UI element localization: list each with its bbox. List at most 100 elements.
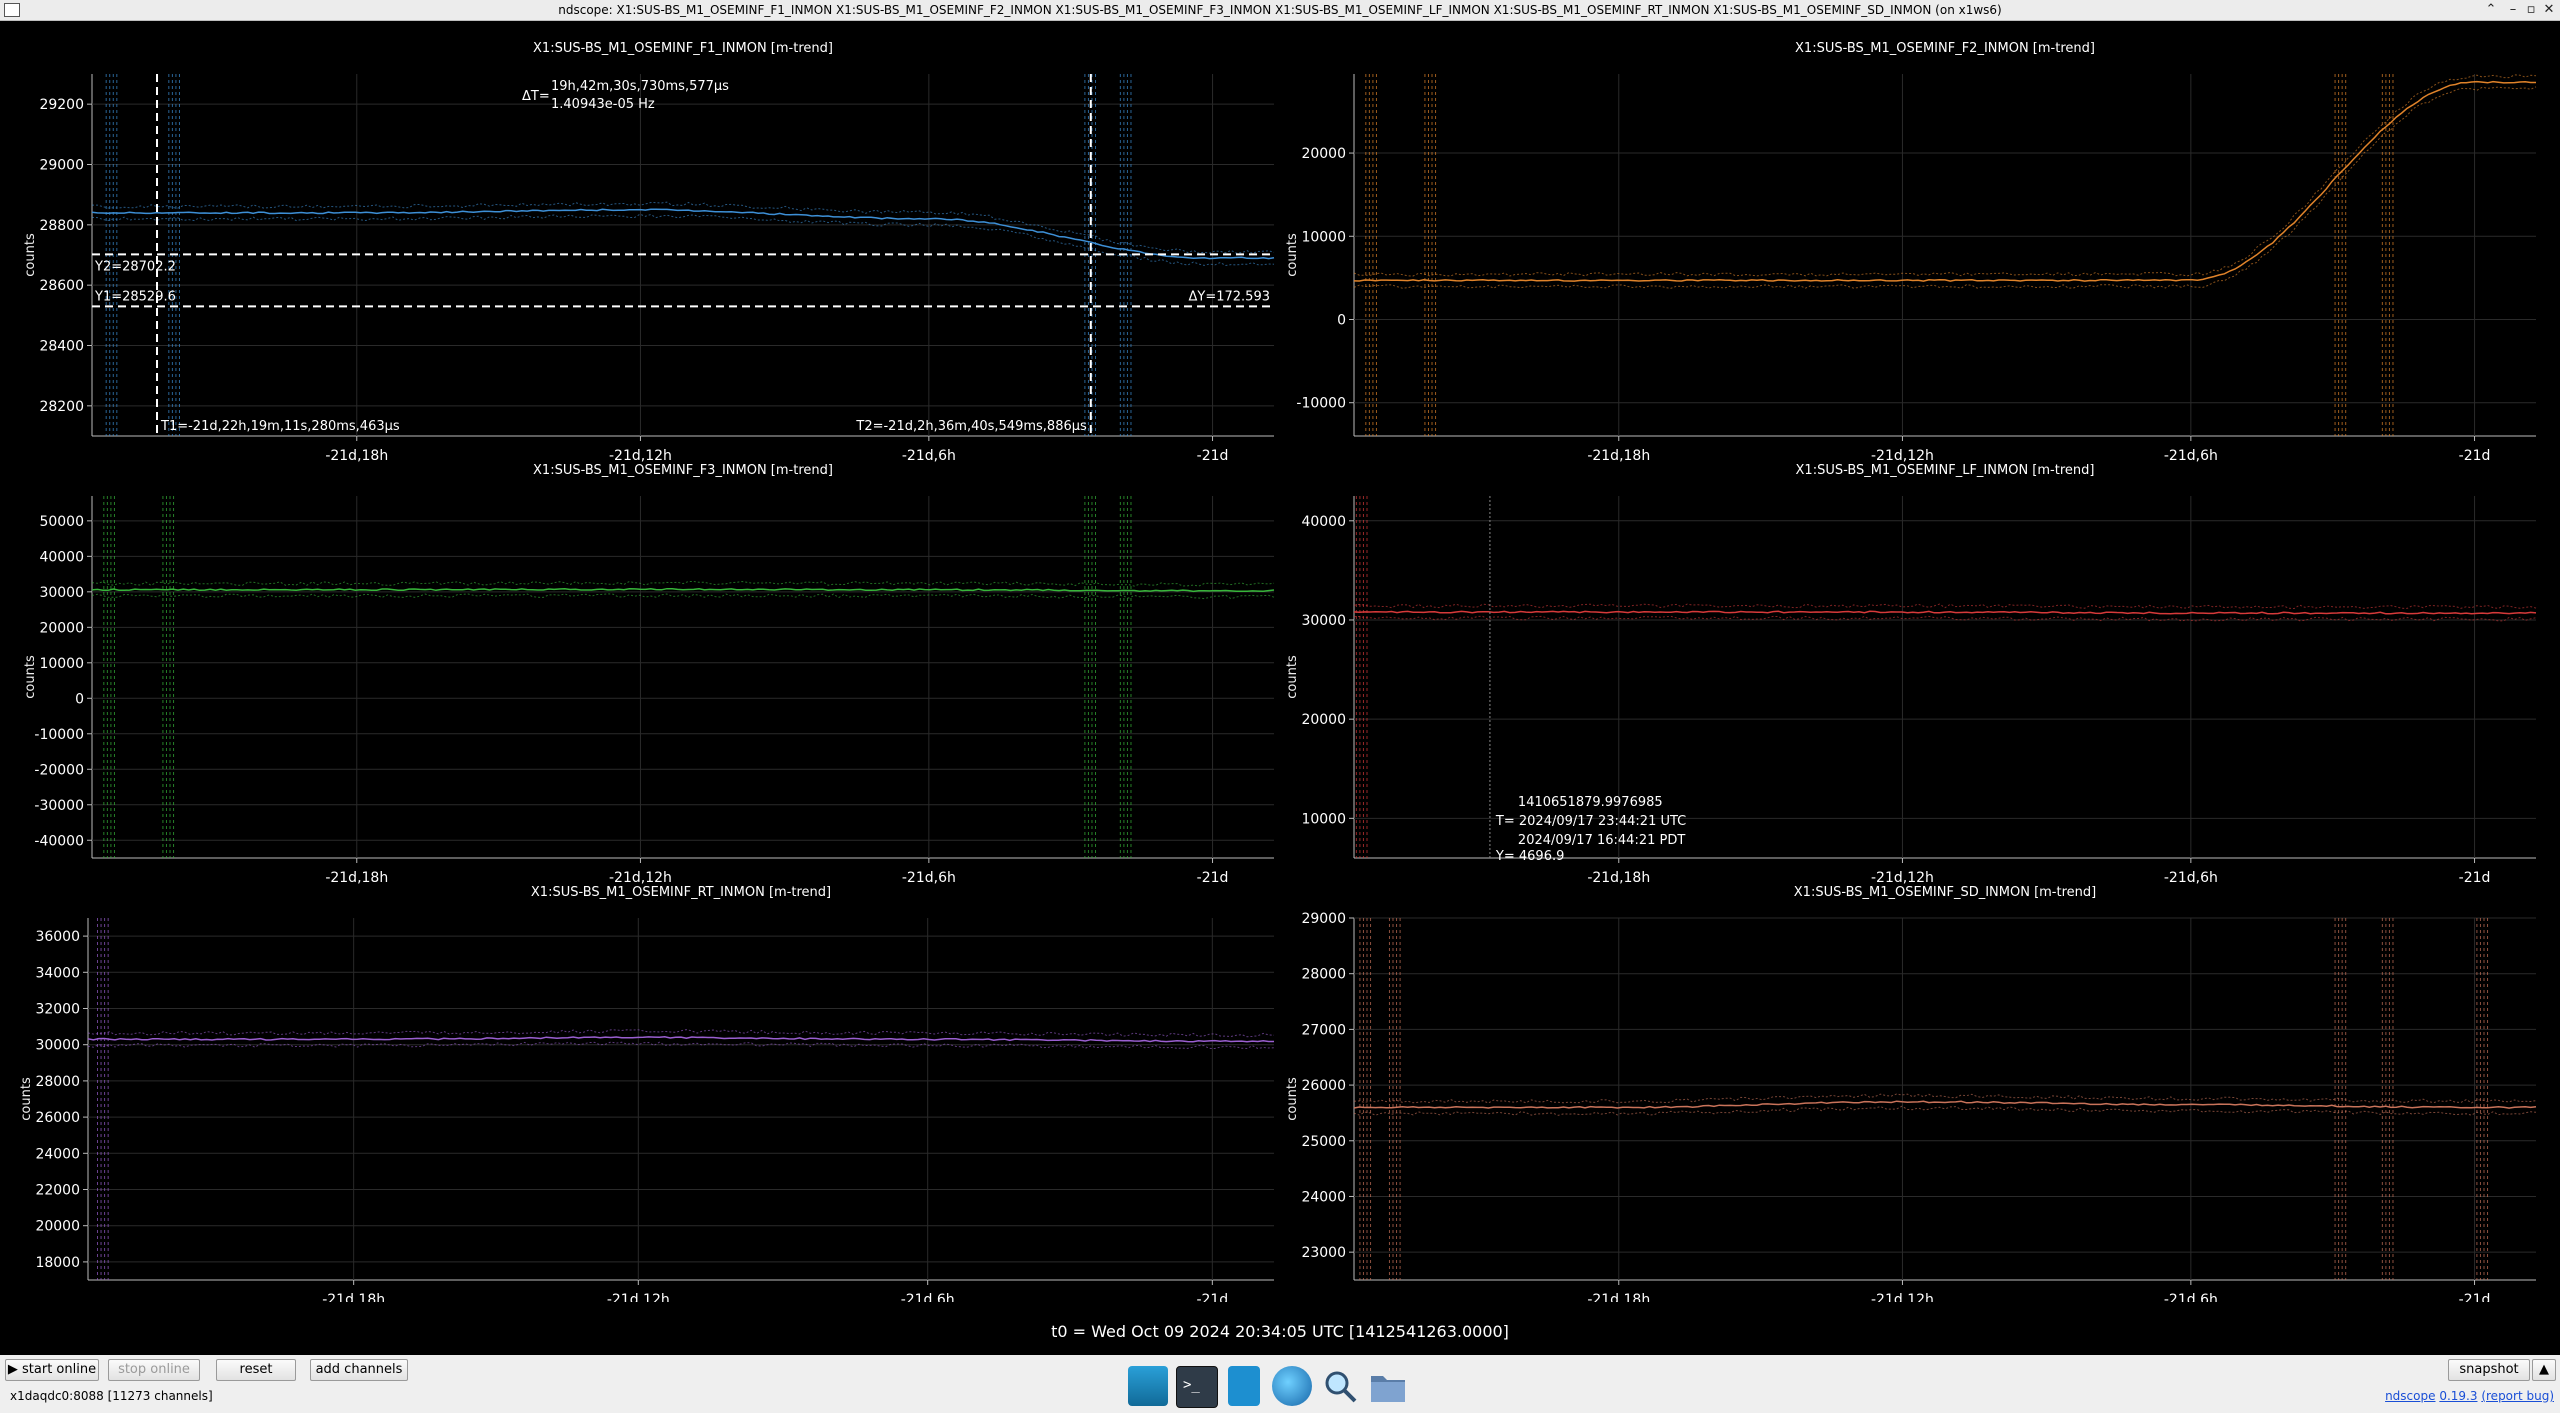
series-min-trace: [91, 213, 1275, 267]
add-channels-button[interactable]: add channels: [310, 1359, 408, 1381]
series-line: [1353, 610, 2537, 615]
plot-title: X1:SUS-BS_M1_OSEMINF_F3_INMON [m-trend]: [533, 463, 833, 478]
y-tick-label: 18000: [35, 1255, 80, 1271]
y-tick-label: 10000: [1301, 811, 1346, 827]
y-tick-label: 10000: [1301, 229, 1346, 245]
y-tick-label: 28800: [39, 218, 84, 234]
plot-title: X1:SUS-BS_M1_OSEMINF_SD_INMON [m-trend]: [1794, 885, 2096, 900]
crosshair-gps-time: 1410651879.9976985: [1518, 795, 1663, 810]
y-tick-label: 28000: [1301, 967, 1346, 983]
ndscope-link[interactable]: ndscope: [2385, 1389, 2435, 1403]
series-max-trace: [87, 1029, 1275, 1038]
x-tick-label: -21d,18h: [325, 870, 388, 886]
window-title: ndscope: X1:SUS-BS_M1_OSEMINF_F1_INMON X…: [558, 3, 2002, 17]
y-axis-label: counts: [1285, 233, 1300, 277]
x-tick-label: -21d,12h: [1871, 1292, 1934, 1302]
x-tick-label: -21d: [1197, 870, 1229, 886]
report-bug-link[interactable]: (report bug): [2481, 1389, 2554, 1403]
plot-title: X1:SUS-BS_M1_OSEMINF_F2_INMON [m-trend]: [1795, 41, 2095, 56]
text-editor-icon[interactable]: [1228, 1366, 1260, 1406]
plot-lf: X1:SUS-BS_M1_OSEMINF_LF_INMON [m-trend] c…: [1285, 463, 2537, 886]
y-tick-label: 36000: [35, 929, 80, 945]
y-tick-label: 30000: [1301, 613, 1346, 629]
y-tick-label: 32000: [35, 1002, 80, 1018]
y-axis-label: counts: [23, 233, 38, 277]
y-tick-label: 28400: [39, 339, 84, 355]
y-tick-label: -40000: [34, 833, 84, 849]
series-min-trace: [91, 593, 1275, 600]
y-tick-label: 28000: [35, 1074, 80, 1090]
x-tick-label: -21d,6h: [2164, 870, 2218, 886]
y-tick-label: 29000: [39, 158, 84, 174]
y-tick-label: 23000: [1301, 1245, 1346, 1261]
plots-canvas[interactable]: X1:SUS-BS_M1_OSEMINF_F1_INMON [m-trend] c…: [0, 22, 2560, 1308]
expand-chevron-icon[interactable]: ▲: [2532, 1359, 2556, 1381]
reset-button[interactable]: reset: [216, 1359, 296, 1381]
x-tick-label: -21d,12h: [1871, 870, 1934, 886]
y-axis-label: counts: [1285, 655, 1300, 699]
x-tick-label: -21d,6h: [902, 870, 956, 886]
y-axis-label: counts: [19, 1077, 34, 1121]
version-info: ndscope 0.19.3 (report bug): [2385, 1389, 2554, 1403]
y-tick-label: 40000: [1301, 514, 1346, 530]
x-tick-label: -21d,18h: [1587, 870, 1650, 886]
y-tick-label: 22000: [35, 1183, 80, 1199]
y-tick-label: 24000: [1301, 1189, 1346, 1205]
x-tick-label: -21d,6h: [902, 448, 956, 464]
series-max-trace: [91, 580, 1275, 587]
plot-sd: X1:SUS-BS_M1_OSEMINF_SD_INMON [m-trend] c…: [1285, 885, 2537, 1308]
cursor-dy-label: ΔY=172.593: [1189, 289, 1271, 304]
x-tick-label: -21d,18h: [322, 1292, 385, 1302]
y-tick-label: -20000: [34, 762, 84, 778]
y-tick-label: 20000: [39, 620, 84, 636]
x-tick-label: -21d: [2459, 1292, 2491, 1302]
start-online-button[interactable]: ▶ start online: [5, 1359, 99, 1381]
version-link[interactable]: 0.19.3: [2439, 1389, 2477, 1403]
cursor-t2-label: T2=-21d,2h,36m,40s,549ms,886µs: [855, 419, 1087, 434]
series-max-trace: [1353, 1093, 2537, 1104]
plot-f1: X1:SUS-BS_M1_OSEMINF_F1_INMON [m-trend] c…: [23, 41, 1275, 464]
stop-online-button[interactable]: stop online: [108, 1359, 200, 1381]
x-tick-label: -21d,12h: [1871, 448, 1934, 464]
y-tick-label: 26000: [35, 1110, 80, 1126]
y-tick-label: 28200: [39, 399, 84, 415]
server-status: x1daqdc0:8088 [11273 channels]: [10, 1389, 213, 1403]
close-icon[interactable]: ✕: [2538, 0, 2560, 20]
y-tick-label: -10000: [1296, 396, 1346, 412]
y-axis-label: counts: [23, 655, 38, 699]
y-tick-label: 10000: [39, 656, 84, 672]
plot-f2: X1:SUS-BS_M1_OSEMINF_F2_INMON [m-trend] c…: [1285, 41, 2537, 464]
x-tick-label: -21d,18h: [1587, 1292, 1650, 1302]
x-tick-label: -21d,18h: [325, 448, 388, 464]
y-tick-label: 28600: [39, 278, 84, 294]
x-tick-label: -21d: [2459, 448, 2491, 464]
web-browser-icon[interactable]: [1272, 1366, 1312, 1406]
y-tick-label: 20000: [1301, 146, 1346, 162]
x-tick-label: -21d: [1196, 1292, 1228, 1302]
y-tick-label: 27000: [1301, 1022, 1346, 1038]
series-max-trace: [1353, 74, 2537, 277]
x-tick-label: -21d,6h: [901, 1292, 955, 1302]
series-line: [1353, 80, 2536, 282]
y-axis-label: counts: [1285, 1077, 1300, 1121]
series-line: [91, 587, 1275, 593]
files-icon[interactable]: [1368, 1366, 1408, 1406]
y-tick-label: 30000: [39, 585, 84, 601]
x-tick-label: -21d: [2459, 870, 2491, 886]
t0-label: t0 = Wed Oct 09 2024 20:34:05 UTC [14125…: [1051, 1322, 1509, 1341]
minimize-icon[interactable]: ⌃: [2480, 0, 2502, 20]
terminal-icon[interactable]: >_: [1176, 1366, 1218, 1408]
y-tick-label: 29000: [1301, 911, 1346, 927]
cursor-dt-frequency: 1.40943e-05 Hz: [551, 97, 655, 112]
desktop-icon[interactable]: [1128, 1366, 1168, 1406]
window-titlebar: ndscope: X1:SUS-BS_M1_OSEMINF_F1_INMON X…: [0, 0, 2560, 21]
x-tick-label: -21d,18h: [1587, 448, 1650, 464]
y-tick-label: 34000: [35, 965, 80, 981]
x-tick-label: -21d,6h: [2164, 1292, 2218, 1302]
search-icon[interactable]: [1320, 1366, 1360, 1406]
y-tick-label: 20000: [1301, 712, 1346, 728]
x-tick-label: -21d,12h: [609, 448, 672, 464]
y-tick-label: -30000: [34, 798, 84, 814]
snapshot-button[interactable]: snapshot: [2448, 1359, 2530, 1381]
series-max-trace: [1353, 603, 2537, 610]
